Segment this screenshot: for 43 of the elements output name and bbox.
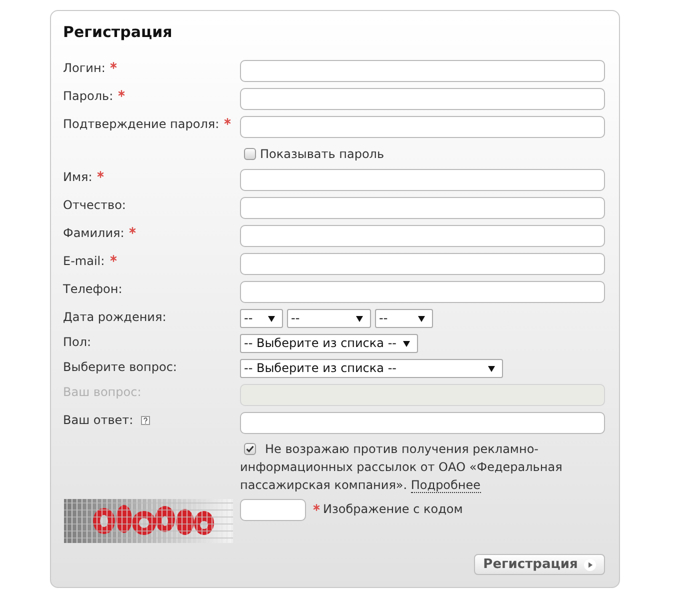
input-field[interactable]	[240, 253, 605, 275]
field-label: Выберите вопрос:	[63, 359, 177, 375]
field-label: Подтверждение пароля:	[63, 116, 220, 132]
field-label: Пол:	[63, 334, 92, 350]
caret-icon	[403, 340, 410, 346]
field-label: Логин:	[63, 60, 106, 76]
input-field[interactable]	[240, 281, 605, 303]
captcha-input[interactable]	[240, 499, 306, 521]
input-field[interactable]	[240, 116, 605, 138]
play-icon	[584, 558, 596, 570]
field-label: Фамилия:	[63, 225, 124, 241]
input-field[interactable]	[240, 225, 605, 247]
input-field[interactable]	[240, 60, 605, 82]
caret-icon	[418, 316, 425, 322]
field-label: Ваш вопрос:	[63, 384, 142, 400]
field-label: Пароль:	[63, 88, 114, 104]
input-field[interactable]	[240, 412, 605, 434]
checkbox-icon[interactable]	[244, 443, 256, 455]
caret-icon	[268, 316, 275, 322]
consent-checkbox[interactable]: Не возражаю против получения рекламно-информационных рассылок от ОАО «Федеральная пассажирская компания». Подробнее	[240, 440, 585, 494]
field-label: Телефон:	[63, 281, 122, 297]
input-field[interactable]	[240, 197, 605, 219]
dropdown[interactable]: --	[240, 309, 283, 328]
captcha-label: Изображение с кодом	[323, 501, 463, 517]
field-label: Ваш ответ:	[63, 412, 134, 428]
dropdown[interactable]: -- Выберите из списка --	[240, 359, 503, 378]
input-field[interactable]	[240, 88, 605, 110]
field-label: Имя:	[63, 169, 92, 185]
more-link[interactable]: Подробнее	[410, 478, 481, 493]
dropdown[interactable]: --	[375, 309, 433, 328]
help-icon[interactable]	[141, 416, 150, 425]
field-label: E-mail:	[63, 253, 105, 269]
field-label: Отчество:	[63, 197, 126, 213]
checkbox[interactable]	[244, 148, 256, 160]
dropdown[interactable]: -- Выберите из списка --	[240, 334, 418, 353]
caret-icon	[356, 316, 363, 322]
dropdown[interactable]: --	[287, 309, 371, 328]
caret-icon	[488, 366, 495, 372]
checkbox-label: Показывать пароль	[260, 146, 384, 162]
register-button[interactable]: Регистрация	[474, 554, 605, 575]
field-label: Дата рождения:	[63, 309, 166, 325]
input-field[interactable]	[240, 169, 605, 191]
form-title: Регистрация	[63, 22, 174, 42]
